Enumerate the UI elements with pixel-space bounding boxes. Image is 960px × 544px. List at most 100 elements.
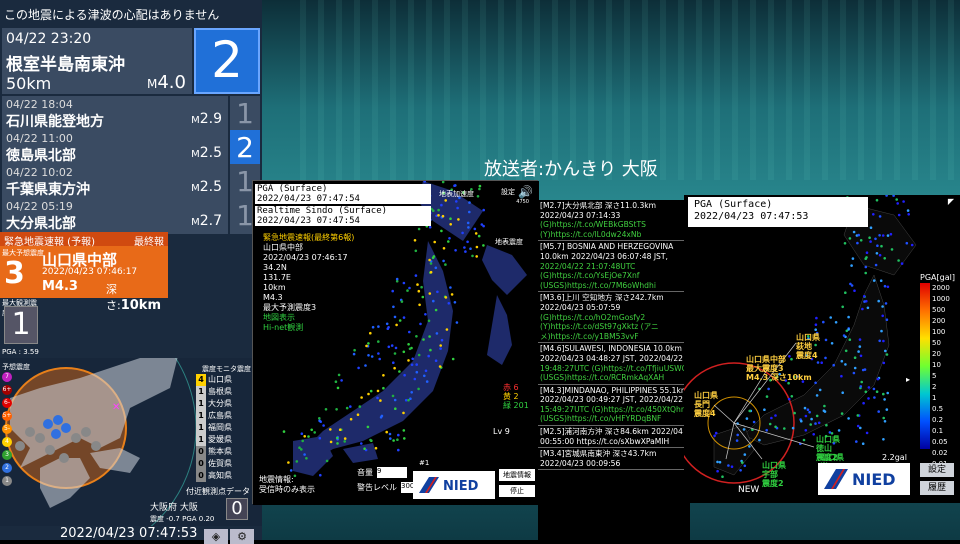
station-dot [882,361,886,365]
station-dot [850,284,854,287]
pga-window[interactable]: PGA (Surface) 2022/04/23 07:47:53 ◤ PGA[g… [684,195,960,503]
tweet-line: [M3.6]上川 空知地方 深さ242.7km [540,293,664,303]
station-dot [768,422,772,426]
tweet-line: (Y)https://t.co/lL0dw24xNb [540,229,642,239]
stop-button[interactable]: 停止 [499,485,535,497]
station-dot [884,302,888,305]
station-annotation: 山口県 長門 震度4 [694,391,718,418]
tweet-line: (G)https://t.co/hO2mGosfy2 [540,312,646,322]
station-dot [856,241,859,245]
info-line: 34.2N [263,263,287,272]
station-dot [432,255,436,258]
history-button[interactable]: 履歴 [920,481,954,495]
station-dot [382,374,385,377]
latest-quake-card[interactable]: 04/22 23:20 根室半島南東沖 50km M4.0 [2,28,192,94]
station-dot [411,357,414,361]
mag-prefix: M [191,115,200,126]
station-dot [844,291,847,294]
station-dot [360,396,363,399]
history-intensity-badge: 2 [230,130,260,166]
mag-value: 2.5 [199,145,222,161]
tweet-item[interactable]: [M3.4]宮城県南東沖 深さ43.7km 2022/04/23 00:09:56 [538,448,690,471]
station-dot [389,437,392,440]
tweet-line: (Y)https://t.co/dSt97gXktz (アニ [540,322,659,332]
monitor-pref: 熊本県 [208,447,232,456]
station-dot [422,338,425,341]
station-dot [774,425,777,429]
station-dot [396,438,399,442]
station-dot [832,363,835,367]
station-dot [774,414,777,417]
station-dot [897,259,900,262]
eew-card[interactable]: 緊急地震速報 (予報) 最終報 最大予想震度 3 山口県中部 2022/04/2… [0,232,168,313]
tweet-item[interactable]: [M2.7]大分県北部 深さ11.0.3km 2022/04/23 07:14:3… [538,200,690,242]
station-dot [804,414,808,418]
station-dot [413,377,417,381]
scale-label: 50 [932,339,941,347]
station-dot [417,289,421,293]
station-dot [851,257,855,260]
station-dot [402,316,406,319]
station-dot [427,354,430,358]
station-dot [336,386,340,390]
map-mode-button[interactable]: ◈ [204,529,228,544]
settings-button[interactable]: ⚙ [230,529,254,544]
station-dot [393,315,397,319]
annotation-line: 最大震度3 [746,364,784,373]
kmoni-window[interactable]: PGA (Surface) 2022/04/23 07:47:54 Realtim… [252,180,539,505]
monitor-intensity: 0 [196,458,206,470]
station-dot [872,213,875,216]
station-dot [439,347,442,350]
quake-history-item[interactable]: 04/22 05:19 大分県北部 M2.7 [2,198,228,234]
station-dot [881,314,884,318]
quake-history-item[interactable]: 04/22 10:02 千葉県東方沖 M2.5 [2,164,228,200]
station-dot [878,215,882,218]
eew-magnitude: M4.3 [42,279,78,294]
station-dot [295,460,299,463]
station-dot [872,279,876,282]
station-dot [450,293,454,296]
info-line: 2022/04/23 07:46:17 [263,253,348,262]
tweet-item[interactable]: [M4.3]MINDANAO, PHILIPPINES 55.1km 2022/0… [538,385,690,427]
station-dot [406,289,409,292]
quake-history-item[interactable]: 04/22 11:00 徳島県北部 M2.5 [2,130,228,166]
station-dot [287,461,290,464]
station-dot [787,381,790,385]
station-dot [449,223,452,226]
quake-info-button[interactable]: 地震情報 [499,469,535,481]
station-dot [410,391,413,394]
speaker-icon[interactable]: 🔊 [518,185,533,199]
station-dot [463,246,466,249]
station-dot [408,330,411,334]
settings-button[interactable]: 設定 [920,463,954,477]
station-dot [866,306,870,310]
tweet-item[interactable]: [M4.6]SULAWESI, INDONESIA 10.0km 2022/04/… [538,343,690,385]
annotation-line: 萩地 [796,342,812,351]
tweet-item[interactable]: [M3.6]上川 空知地方 深さ242.7km 2022/04/23 05:07:… [538,292,690,344]
station-dot [742,428,746,431]
station-dot [414,274,418,277]
volume-select[interactable]: 9 [377,467,407,478]
station-dot [752,420,756,424]
station-dot [840,374,843,378]
station-dot [457,218,460,221]
station-dot [874,237,877,241]
history-magnitude: M2.7 [191,213,222,229]
tweet-item[interactable]: [M2.5]浦河南方沖 深さ84.6km 2022/04 00:55:00 htt… [538,426,690,449]
history-magnitude: M2.5 [191,145,222,161]
observed-pga: PGA : 3.59 [2,348,39,356]
quake-history-item[interactable]: 04/22 18:04 石川県能登地方 M2.9 [2,96,228,132]
tweet-item[interactable]: [M5.7] BOSNIA AND HERZEGOVINA 10.0km 2022… [538,241,690,293]
station-dot [907,213,910,216]
pga-color-scale [920,283,930,449]
station-dot [714,431,718,435]
tweet-feed[interactable]: [M2.7]大分県北部 深さ11.0.3km 2022/04/23 07:14:3… [538,200,690,540]
scale-label: 0.2 [932,416,944,424]
station-dot [843,242,847,245]
pga-scale-labels: 2000 1000 500 200 100 50 20 10 5 2 1 0.5 0.2 0.1 0.05 0… [932,283,950,470]
settings-label[interactable]: 設定 [501,187,515,197]
station-dot [830,342,834,345]
info-line: 10km [263,283,286,292]
station-dot [857,350,860,353]
corner-toggle-icon[interactable]: ◤ [948,197,954,206]
